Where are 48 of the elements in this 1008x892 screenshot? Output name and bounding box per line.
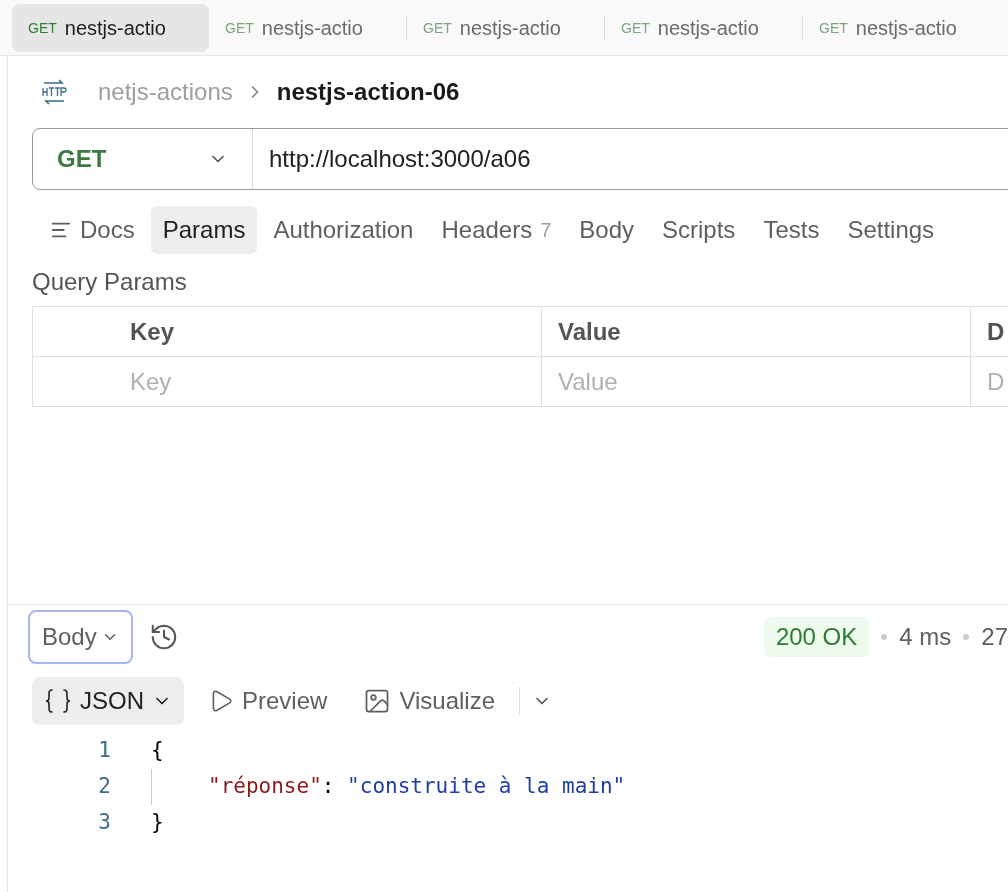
request-tab[interactable]: GET nestjs-actio (803, 3, 1000, 52)
request-tab[interactable]: GET nestjs-actio (12, 3, 209, 52)
request-tab[interactable]: GET nestjs-actio (605, 3, 802, 52)
request-title: nestjs-action-06 (276, 77, 460, 107)
line-number: 3 (97, 809, 111, 837)
column-header: D (970, 307, 1008, 356)
method-label: GET (28, 18, 57, 38)
method-label: GET (819, 18, 848, 38)
request-section-tab[interactable]: Scripts (650, 206, 748, 254)
response-time: 4 ms (899, 622, 952, 652)
response-view-dropdown[interactable]: Body (28, 610, 133, 664)
method-label: GET (621, 18, 650, 38)
header-count: 7 (540, 218, 552, 243)
request-section-tab[interactable]: Params (150, 206, 258, 254)
request-name: nestjs-actio (459, 15, 561, 41)
format-tab[interactable]: JSON (32, 677, 184, 725)
request-section-tab[interactable]: Tests (751, 206, 832, 254)
section-title: Query Params (32, 267, 188, 297)
request-section-tab[interactable]: Authorization (261, 206, 426, 254)
method-dropdown[interactable]: GET (33, 129, 253, 189)
request-tab[interactable]: GET nestjs-actio (209, 3, 406, 52)
format-tab[interactable]: Preview (196, 677, 340, 725)
column-header: Key (129, 316, 176, 347)
method-label: GET (423, 18, 452, 38)
param-field[interactable]: Key (130, 365, 541, 398)
line-number: 1 (97, 737, 111, 765)
column-header: Value (541, 307, 970, 356)
method-label: GET (225, 18, 254, 38)
request-name: nestjs-actio (261, 15, 363, 41)
request-tab[interactable]: GET nestjs-actio (407, 3, 604, 52)
response-size: 27 (981, 622, 1008, 652)
request-section-tab[interactable]: Settings (835, 206, 947, 254)
format-tab[interactable]: Visualize (351, 677, 507, 725)
code-line: } (151, 809, 164, 837)
request-name: nestjs-actio (64, 15, 166, 41)
request-section-tab[interactable]: Headers 7 (429, 206, 564, 254)
line-number: 2 (97, 773, 111, 801)
url-field[interactable]: GET http://localhost:3000/a06 (32, 128, 1008, 190)
request-section-tab[interactable]: Body (567, 206, 646, 254)
param-field[interactable]: D (987, 365, 1008, 398)
param-field[interactable]: Value (558, 365, 970, 398)
status-badge: 200 OK (763, 617, 870, 657)
request-name: nestjs-actio (855, 15, 957, 41)
braces-icon (44, 688, 72, 714)
code-line: "réponse": "construite à la main" (208, 773, 626, 801)
docs-tab[interactable]: Docs (38, 206, 147, 254)
request-name: nestjs-actio (657, 15, 759, 41)
code-line: { (151, 737, 164, 765)
